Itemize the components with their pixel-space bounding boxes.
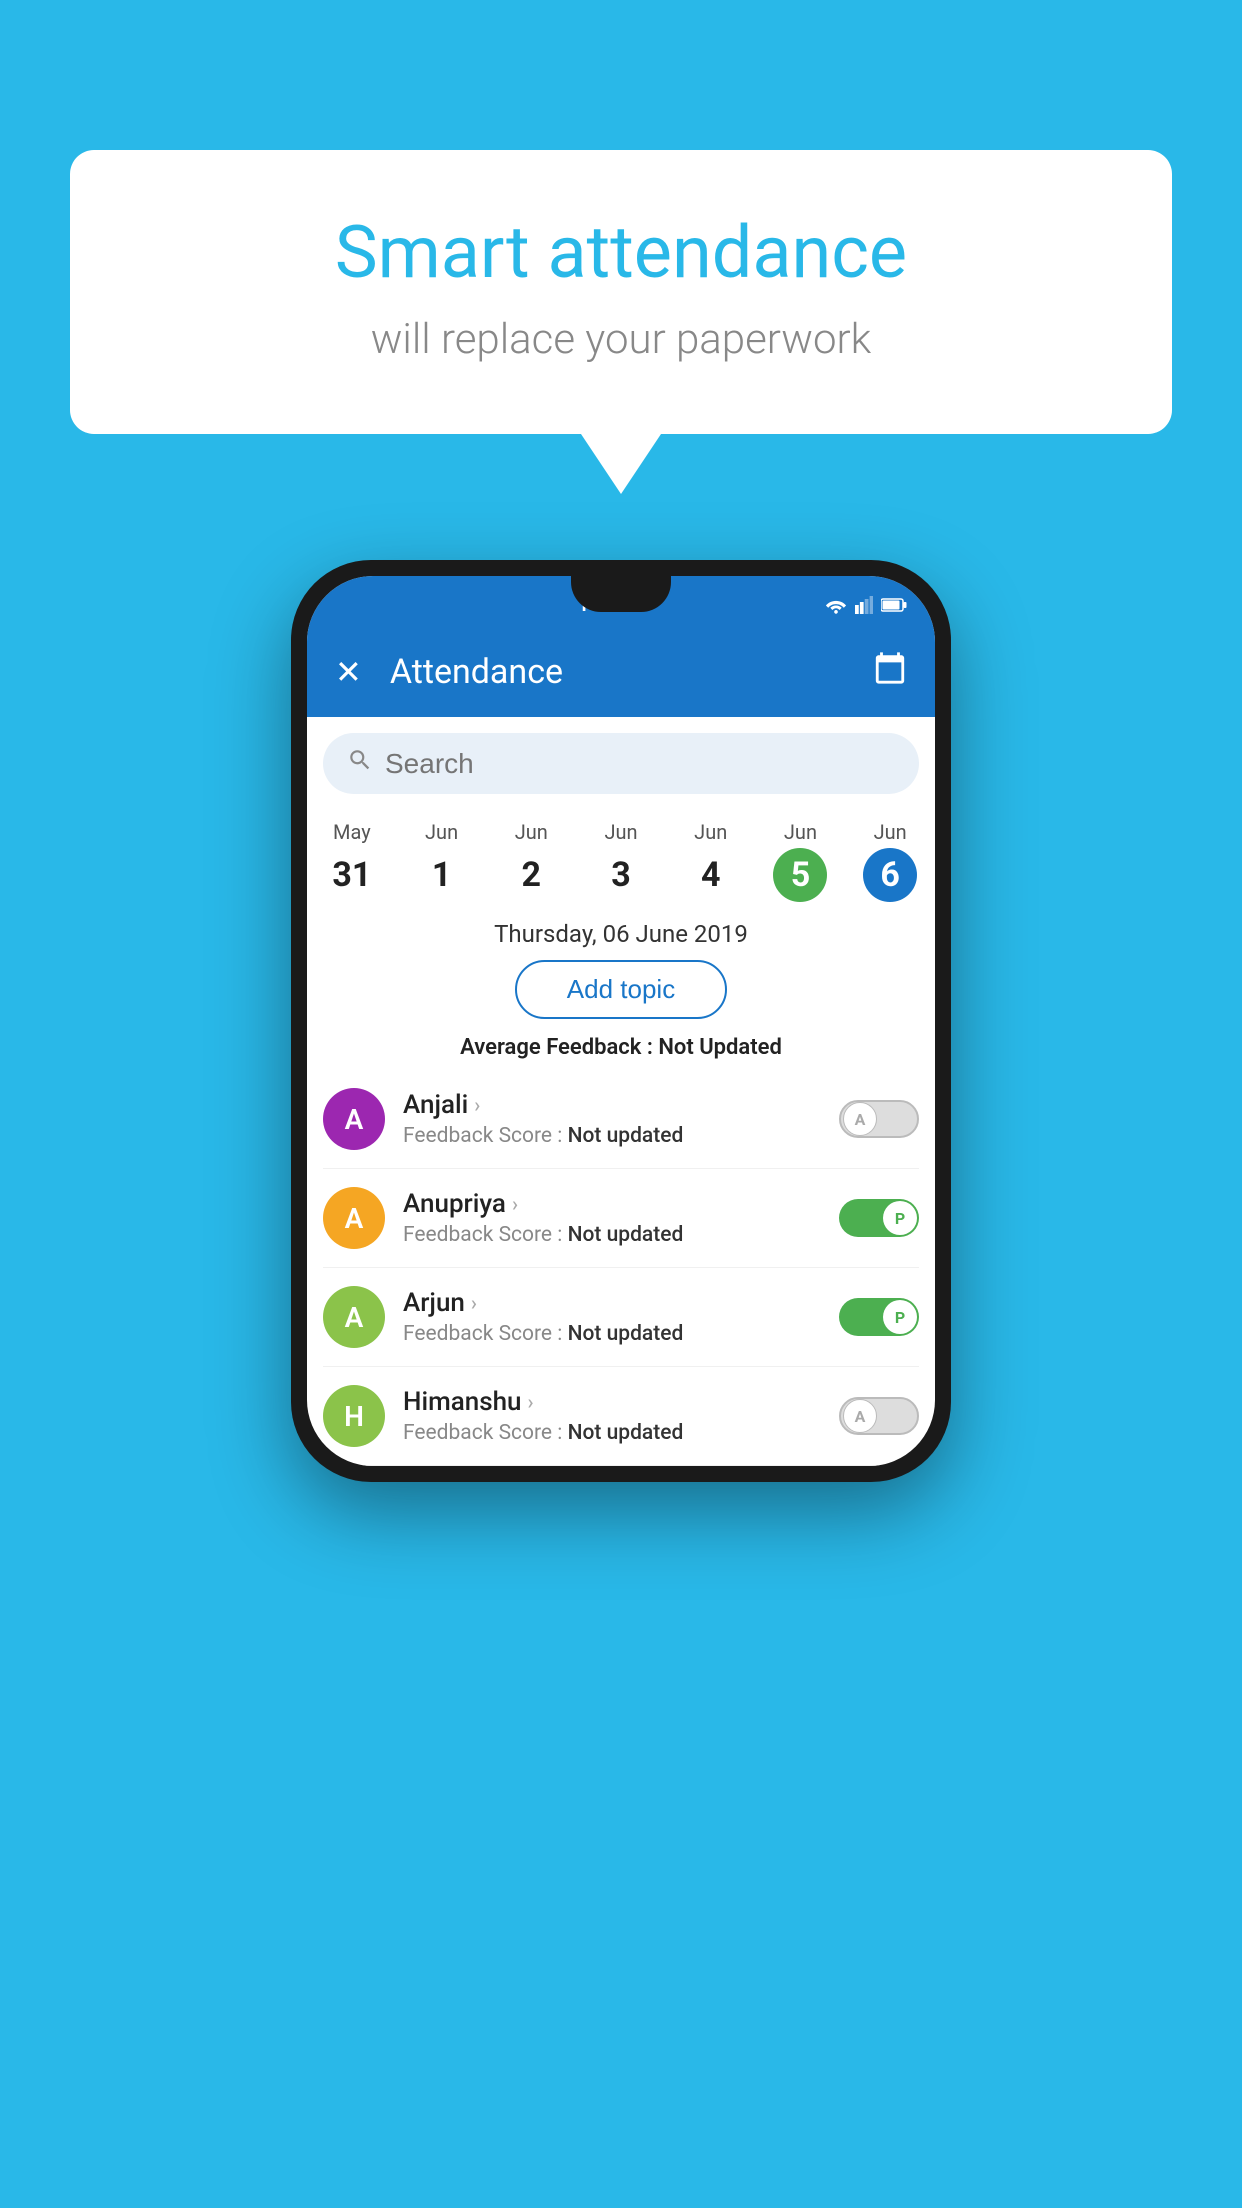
- calendar-month-label: Jun: [576, 820, 666, 844]
- add-topic-button[interactable]: Add topic: [515, 960, 727, 1019]
- attendance-toggle-wrap[interactable]: A: [839, 1397, 919, 1435]
- calendar-month-label: Jun: [666, 820, 756, 844]
- calendar-date-number[interactable]: 31: [325, 848, 379, 902]
- toggle-thumb: P: [883, 1300, 917, 1334]
- toggle-thumb: A: [843, 1102, 877, 1136]
- student-score: Feedback Score : Not updated: [403, 1124, 839, 1148]
- student-info: Arjun › Feedback Score : Not updated: [403, 1288, 839, 1346]
- speech-bubble: Smart attendance will replace your paper…: [70, 150, 1172, 434]
- status-icons: [825, 596, 907, 614]
- calendar-day[interactable]: Jun 1: [397, 820, 487, 902]
- wifi-icon: [825, 596, 847, 614]
- student-list: AAnjali ›Feedback Score : Not updatedAAA…: [307, 1070, 935, 1466]
- phone-outer: 14:29 ✕ Attendance: [291, 560, 951, 1482]
- search-icon: [347, 747, 373, 780]
- phone-inner: 14:29 ✕ Attendance: [307, 576, 935, 1466]
- chevron-icon: ›: [471, 1291, 477, 1315]
- student-avatar: A: [323, 1187, 385, 1249]
- calendar-day[interactable]: May 31: [307, 820, 397, 902]
- calendar-month-label: Jun: [486, 820, 576, 844]
- calendar-date-number[interactable]: 2: [504, 848, 558, 902]
- student-avatar: A: [323, 1286, 385, 1348]
- calendar-date-number[interactable]: 3: [594, 848, 648, 902]
- speech-bubble-container: Smart attendance will replace your paper…: [70, 150, 1172, 494]
- toggle-thumb: A: [843, 1399, 877, 1433]
- chevron-icon: ›: [528, 1390, 534, 1414]
- notch: [571, 576, 671, 612]
- student-score: Feedback Score : Not updated: [403, 1223, 839, 1247]
- calendar-date-number[interactable]: 4: [684, 848, 738, 902]
- student-item[interactable]: AAnjali ›Feedback Score : Not updatedA: [323, 1070, 919, 1169]
- student-score: Feedback Score : Not updated: [403, 1421, 839, 1445]
- calendar-icon[interactable]: [873, 651, 907, 693]
- calendar-date-number[interactable]: 6: [863, 848, 917, 902]
- avg-feedback-label: Average Feedback :: [460, 1035, 653, 1060]
- speech-bubble-title: Smart attendance: [150, 210, 1092, 295]
- student-item[interactable]: A Anupriya › Feedback Score : Not updated P: [323, 1169, 919, 1268]
- calendar-day[interactable]: Jun 5: [756, 820, 846, 902]
- phone-container: 14:29 ✕ Attendance: [291, 560, 951, 1482]
- student-name: Anupriya ›: [403, 1189, 839, 1219]
- chevron-icon: ›: [474, 1093, 480, 1117]
- calendar-day[interactable]: Jun 3: [576, 820, 666, 902]
- chevron-icon: ›: [512, 1192, 518, 1216]
- speech-bubble-subtitle: will replace your paperwork: [150, 315, 1092, 364]
- avg-feedback-value: Not Updated: [658, 1035, 782, 1060]
- attendance-toggle[interactable]: A: [839, 1397, 919, 1435]
- student-name: Anjali ›: [403, 1090, 839, 1120]
- calendar-day[interactable]: Jun 2: [486, 820, 576, 902]
- calendar-date-number[interactable]: 5: [773, 848, 827, 902]
- toggle-thumb: P: [883, 1201, 917, 1235]
- calendar-month-label: Jun: [397, 820, 487, 844]
- attendance-toggle[interactable]: P: [839, 1199, 919, 1237]
- student-avatar: H: [323, 1385, 385, 1447]
- student-name: Himanshu ›: [403, 1387, 839, 1417]
- status-bar: 14:29: [307, 576, 935, 627]
- app-bar: ✕ Attendance: [307, 627, 935, 717]
- app-bar-title: Attendance: [390, 652, 873, 692]
- attendance-toggle-wrap[interactable]: P: [839, 1298, 919, 1336]
- attendance-toggle-wrap[interactable]: P: [839, 1199, 919, 1237]
- signal-icon: [855, 596, 873, 614]
- search-bar[interactable]: [323, 733, 919, 794]
- calendar-row: May 31 Jun 1 Jun 2 Jun 3 Jun 4 Jun 5 Jun 6: [307, 810, 935, 902]
- student-info: Anjali › Feedback Score : Not updated: [403, 1090, 839, 1148]
- calendar-day[interactable]: Jun 4: [666, 820, 756, 902]
- battery-icon: [881, 598, 907, 612]
- close-button[interactable]: ✕: [335, 653, 362, 691]
- student-item[interactable]: H Himanshu › Feedback Score : Not updatedA: [323, 1367, 919, 1466]
- student-avatar: A: [323, 1088, 385, 1150]
- attendance-toggle[interactable]: A: [839, 1100, 919, 1138]
- student-info: Anupriya › Feedback Score : Not updated: [403, 1189, 839, 1247]
- attendance-toggle-wrap[interactable]: A: [839, 1100, 919, 1138]
- student-score: Feedback Score : Not updated: [403, 1322, 839, 1346]
- calendar-day[interactable]: Jun 6: [845, 820, 935, 902]
- search-input[interactable]: [385, 748, 895, 780]
- calendar-date-number[interactable]: 1: [415, 848, 469, 902]
- avg-feedback: Average Feedback : Not Updated: [307, 1035, 935, 1060]
- speech-bubble-tail: [581, 434, 661, 494]
- calendar-month-label: Jun: [845, 820, 935, 844]
- student-info: Himanshu › Feedback Score : Not updated: [403, 1387, 839, 1445]
- calendar-month-label: Jun: [756, 820, 846, 844]
- student-item[interactable]: A Arjun › Feedback Score : Not updated P: [323, 1268, 919, 1367]
- selected-date-label: Thursday, 06 June 2019: [307, 920, 935, 948]
- attendance-toggle[interactable]: P: [839, 1298, 919, 1336]
- student-name: Arjun ›: [403, 1288, 839, 1318]
- calendar-month-label: May: [307, 820, 397, 844]
